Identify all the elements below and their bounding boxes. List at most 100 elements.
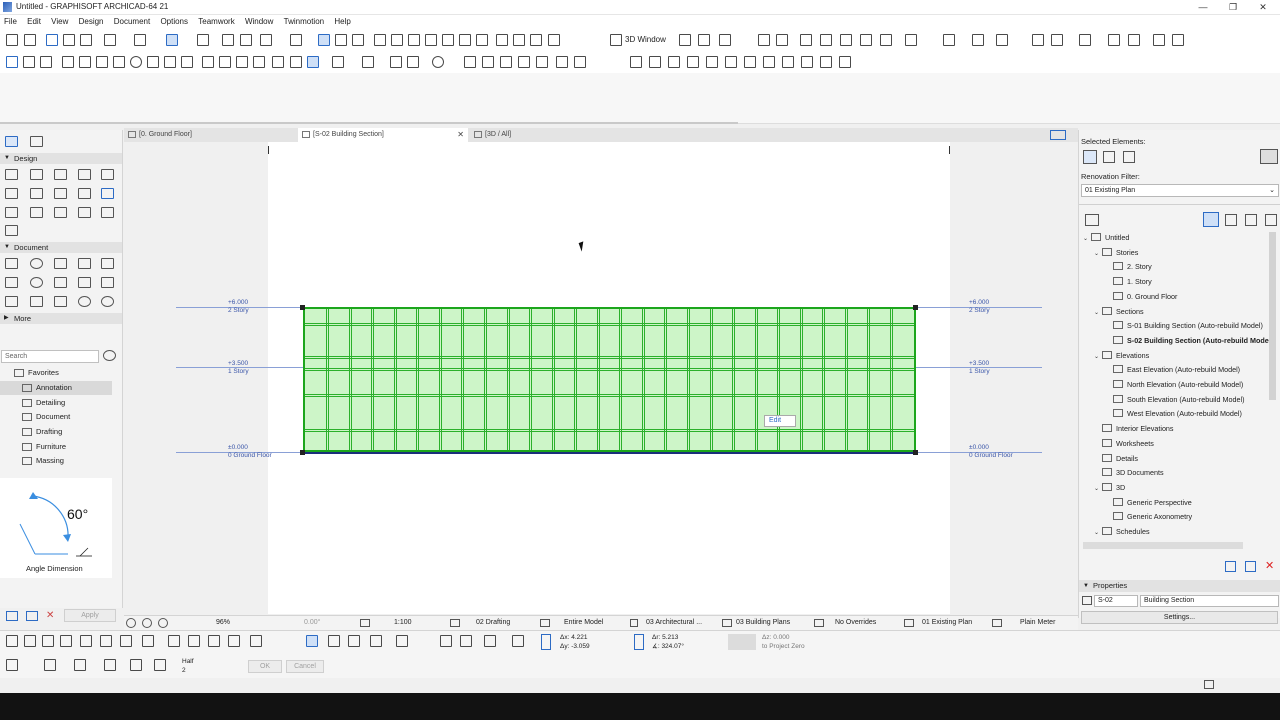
distribute-icon[interactable] — [290, 56, 302, 68]
magnet-icon[interactable] — [74, 659, 86, 671]
edit-mode-button[interactable]: Edit — [764, 415, 796, 427]
radius-lock-icon[interactable] — [634, 634, 644, 650]
ungroup-icon[interactable] — [362, 56, 374, 68]
favorites-search-input[interactable]: Search — [1, 350, 99, 363]
stretch-icon[interactable] — [96, 56, 108, 68]
snap-grid-icon[interactable] — [228, 635, 240, 647]
menu-teamwork[interactable]: Teamwork — [194, 15, 238, 26]
menu-help[interactable]: Help — [330, 15, 354, 26]
inject-parameters-icon[interactable] — [63, 34, 75, 46]
info-box-scrollbar[interactable] — [0, 122, 738, 124]
tracker-toggle-icon[interactable] — [306, 635, 318, 647]
fill-tool-icon[interactable] — [101, 258, 114, 269]
tree-item[interactable]: East Elevation (Auto-rebuild Model) — [1105, 363, 1240, 377]
tree-item[interactable]: North Elevation (Auto-rebuild Model) — [1105, 378, 1243, 392]
mesh-tool-icon[interactable] — [5, 225, 18, 236]
project-map-icon[interactable] — [1203, 212, 1219, 227]
column-tool-icon[interactable] — [78, 169, 91, 180]
cut-plane-icon[interactable] — [820, 34, 832, 46]
tree-item[interactable]: ⌄ Untitled — [1083, 231, 1129, 245]
design-section-header[interactable]: ▼ Design — [0, 153, 122, 164]
box-snap-icon[interactable] — [104, 659, 116, 671]
view-map-icon[interactable] — [1225, 214, 1237, 226]
marquee-tool-icon[interactable] — [30, 136, 43, 147]
menu-document[interactable]: Document — [110, 15, 154, 26]
snap-end-icon[interactable] — [512, 635, 524, 647]
fillet-icon[interactable] — [442, 34, 454, 46]
tree-item[interactable]: ⌄ 3D — [1094, 481, 1125, 495]
explore-icon[interactable] — [776, 34, 788, 46]
shell-tool-icon[interactable] — [101, 188, 114, 199]
intersect-icon[interactable] — [425, 34, 437, 46]
beam-icon[interactable] — [649, 56, 661, 68]
3d-box-icon[interactable] — [679, 34, 691, 46]
save-icon[interactable] — [1032, 34, 1044, 46]
dimension-tool-icon[interactable] — [5, 258, 18, 269]
lock-icon[interactable] — [290, 34, 302, 46]
delta-lock-icon[interactable] — [541, 634, 551, 650]
object-icon[interactable] — [801, 56, 813, 68]
snap-settings-icon[interactable] — [6, 635, 18, 647]
curtain-wall-tool-icon[interactable] — [476, 34, 488, 46]
snap-guides-icon[interactable] — [134, 34, 146, 46]
menu-options[interactable]: Options — [156, 15, 192, 26]
zone-icon[interactable] — [820, 56, 832, 68]
tree-item[interactable]: ⌄ Elevations — [1094, 349, 1149, 363]
guide-lines-icon[interactable] — [166, 34, 178, 46]
favorite-document[interactable]: Document — [0, 410, 112, 424]
division-icon[interactable] — [154, 659, 166, 671]
align-icon[interactable] — [272, 56, 284, 68]
close-window-button[interactable]: ✕ — [1256, 1, 1270, 13]
spline-tool-icon[interactable] — [101, 277, 114, 288]
door-tool-icon[interactable] — [30, 169, 43, 180]
curtain-wall[interactable] — [303, 307, 916, 452]
morph-tool-icon[interactable] — [54, 207, 67, 218]
offset-tool-icon[interactable] — [348, 635, 360, 647]
zoom-fit-icon[interactable] — [40, 56, 52, 68]
section-tool-icon[interactable] — [54, 296, 67, 307]
curtain-wall-icon[interactable] — [30, 207, 43, 218]
figure-tool-icon[interactable] — [30, 296, 43, 307]
section-marker-icon[interactable] — [518, 56, 530, 68]
door-icon[interactable] — [744, 56, 756, 68]
rotate-icon[interactable] — [130, 56, 142, 68]
mirror-icon[interactable] — [147, 56, 159, 68]
curtain-transom[interactable] — [305, 323, 914, 327]
dimension-standard[interactable]: Plain Meter — [1020, 619, 1055, 626]
extend-icon[interactable] — [574, 56, 586, 68]
walkthrough-icon[interactable] — [943, 34, 955, 46]
publisher-sets-icon[interactable] — [1265, 214, 1277, 226]
trace-icon[interactable] — [104, 34, 116, 46]
hotlink-icon[interactable] — [390, 56, 402, 68]
render-icon[interactable] — [905, 34, 917, 46]
property-id-field[interactable]: S-02 — [1094, 595, 1138, 607]
curtain-transom[interactable] — [305, 428, 914, 432]
navigator-menu-icon[interactable] — [1085, 214, 1099, 226]
slab-tool-icon[interactable] — [5, 188, 18, 199]
pick-up-parameters-icon[interactable] — [46, 34, 58, 46]
structural-function[interactable]: Entire Model — [564, 619, 603, 626]
3d-cube-icon[interactable] — [698, 34, 710, 46]
coordinates-icon[interactable] — [328, 635, 340, 647]
layer-combination[interactable]: 02 Drafting — [476, 619, 510, 626]
angle-constraint-icon[interactable] — [6, 659, 18, 671]
undo-icon[interactable] — [6, 34, 18, 46]
roof-tool-icon[interactable] — [78, 188, 91, 199]
display-order-icon[interactable] — [307, 56, 319, 68]
skylight-tool-icon[interactable] — [5, 207, 18, 218]
menu-view[interactable]: View — [47, 15, 72, 26]
z-lock-icon[interactable] — [728, 634, 756, 650]
align-right-icon[interactable] — [208, 635, 220, 647]
column-icon[interactable] — [687, 56, 699, 68]
panel-options-icon[interactable] — [1260, 149, 1278, 164]
line-tool-icon[interactable] — [5, 277, 18, 288]
curtain-transom[interactable] — [305, 355, 914, 359]
sew-icon[interactable] — [513, 34, 525, 46]
zoom-icon[interactable] — [391, 34, 403, 46]
tab-3d-all[interactable]: [3D / All] — [470, 128, 642, 142]
zoom-value[interactable]: 96% — [216, 619, 230, 626]
camera-icon[interactable] — [1079, 34, 1091, 46]
grid-snap-icon[interactable] — [197, 34, 209, 46]
tree-item[interactable]: ⌄ Stories — [1094, 246, 1138, 260]
snap-points-icon[interactable] — [222, 34, 234, 46]
